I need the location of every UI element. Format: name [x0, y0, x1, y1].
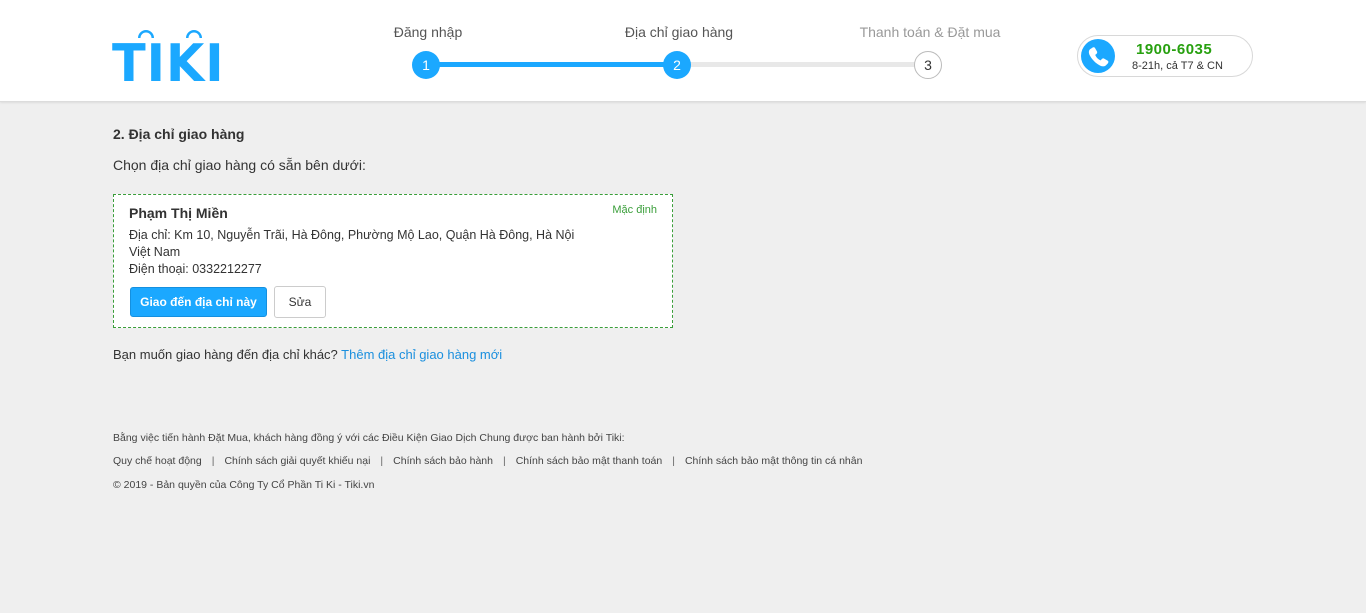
- step-label-shipping-address: Địa chỉ giao hàng: [624, 24, 734, 40]
- recipient-name: Phạm Thị Miền: [129, 205, 228, 221]
- phone-icon: [1081, 39, 1115, 73]
- edit-address-button[interactable]: Sửa: [274, 286, 326, 318]
- default-badge: Mặc định: [612, 204, 657, 216]
- step-3-dot: 3: [914, 51, 942, 79]
- progress-track-remaining: [677, 62, 928, 67]
- policy-link-complaints[interactable]: Chính sách giải quyết khiếu nại: [224, 455, 370, 467]
- other-address-text: Bạn muốn giao hàng đến địa chỉ khác?: [113, 347, 338, 362]
- hotline-hours: 8-21h, cả T7 & CN: [1132, 60, 1223, 72]
- step-label-login: Đăng nhập: [393, 24, 463, 40]
- section-title: 2. Địa chỉ giao hàng: [113, 126, 245, 142]
- hotline-number: 1900-6035: [1136, 41, 1213, 58]
- policy-link-warranty[interactable]: Chính sách bảo hành: [393, 455, 493, 467]
- add-new-address-link[interactable]: Thêm địa chỉ giao hàng mới: [341, 347, 502, 362]
- link-separator: |: [672, 455, 675, 467]
- link-separator: |: [211, 455, 215, 467]
- policy-links: Quy chế hoạt động | Chính sách giải quyế…: [113, 455, 862, 467]
- link-separator: |: [502, 455, 506, 467]
- deliver-to-this-address-button[interactable]: Giao đến địa chỉ này: [130, 287, 267, 317]
- section-subtitle: Chọn địa chỉ giao hàng có sẵn bên dưới:: [113, 157, 366, 173]
- terms-text: Bằng việc tiến hành Đặt Mua, khách hàng …: [113, 432, 625, 444]
- link-separator: |: [380, 455, 384, 467]
- address-card[interactable]: Phạm Thị Miền Mặc định Địa chỉ: Km 10, N…: [113, 194, 673, 328]
- step-1-dot: 1: [412, 51, 440, 79]
- step-2-dot: 2: [663, 51, 691, 79]
- progress-track-complete: [426, 62, 677, 67]
- address-text: Địa chỉ: Km 10, Nguyễn Trãi, Hà Đông, Ph…: [129, 228, 575, 259]
- policy-link-operation-rules[interactable]: Quy chế hoạt động: [113, 455, 202, 467]
- other-address-prompt: Bạn muốn giao hàng đến địa chỉ khác? Thê…: [113, 347, 502, 362]
- copyright-text: © 2019 - Bản quyền của Công Ty Cổ Phần T…: [113, 479, 375, 491]
- header: TIKI Đăng nhập Địa chỉ giao hàng Thanh t…: [0, 0, 1366, 102]
- hotline-box[interactable]: 1900-6035 8-21h, cả T7 & CN: [1077, 35, 1253, 77]
- phone-text: Điện thoại: 0332212277: [129, 262, 262, 276]
- policy-link-privacy[interactable]: Chính sách bảo mật thông tin cá nhân: [685, 455, 862, 467]
- step-label-payment: Thanh toán & Đặt mua: [859, 24, 1001, 40]
- policy-link-payment-security[interactable]: Chính sách bảo mật thanh toán: [516, 455, 663, 467]
